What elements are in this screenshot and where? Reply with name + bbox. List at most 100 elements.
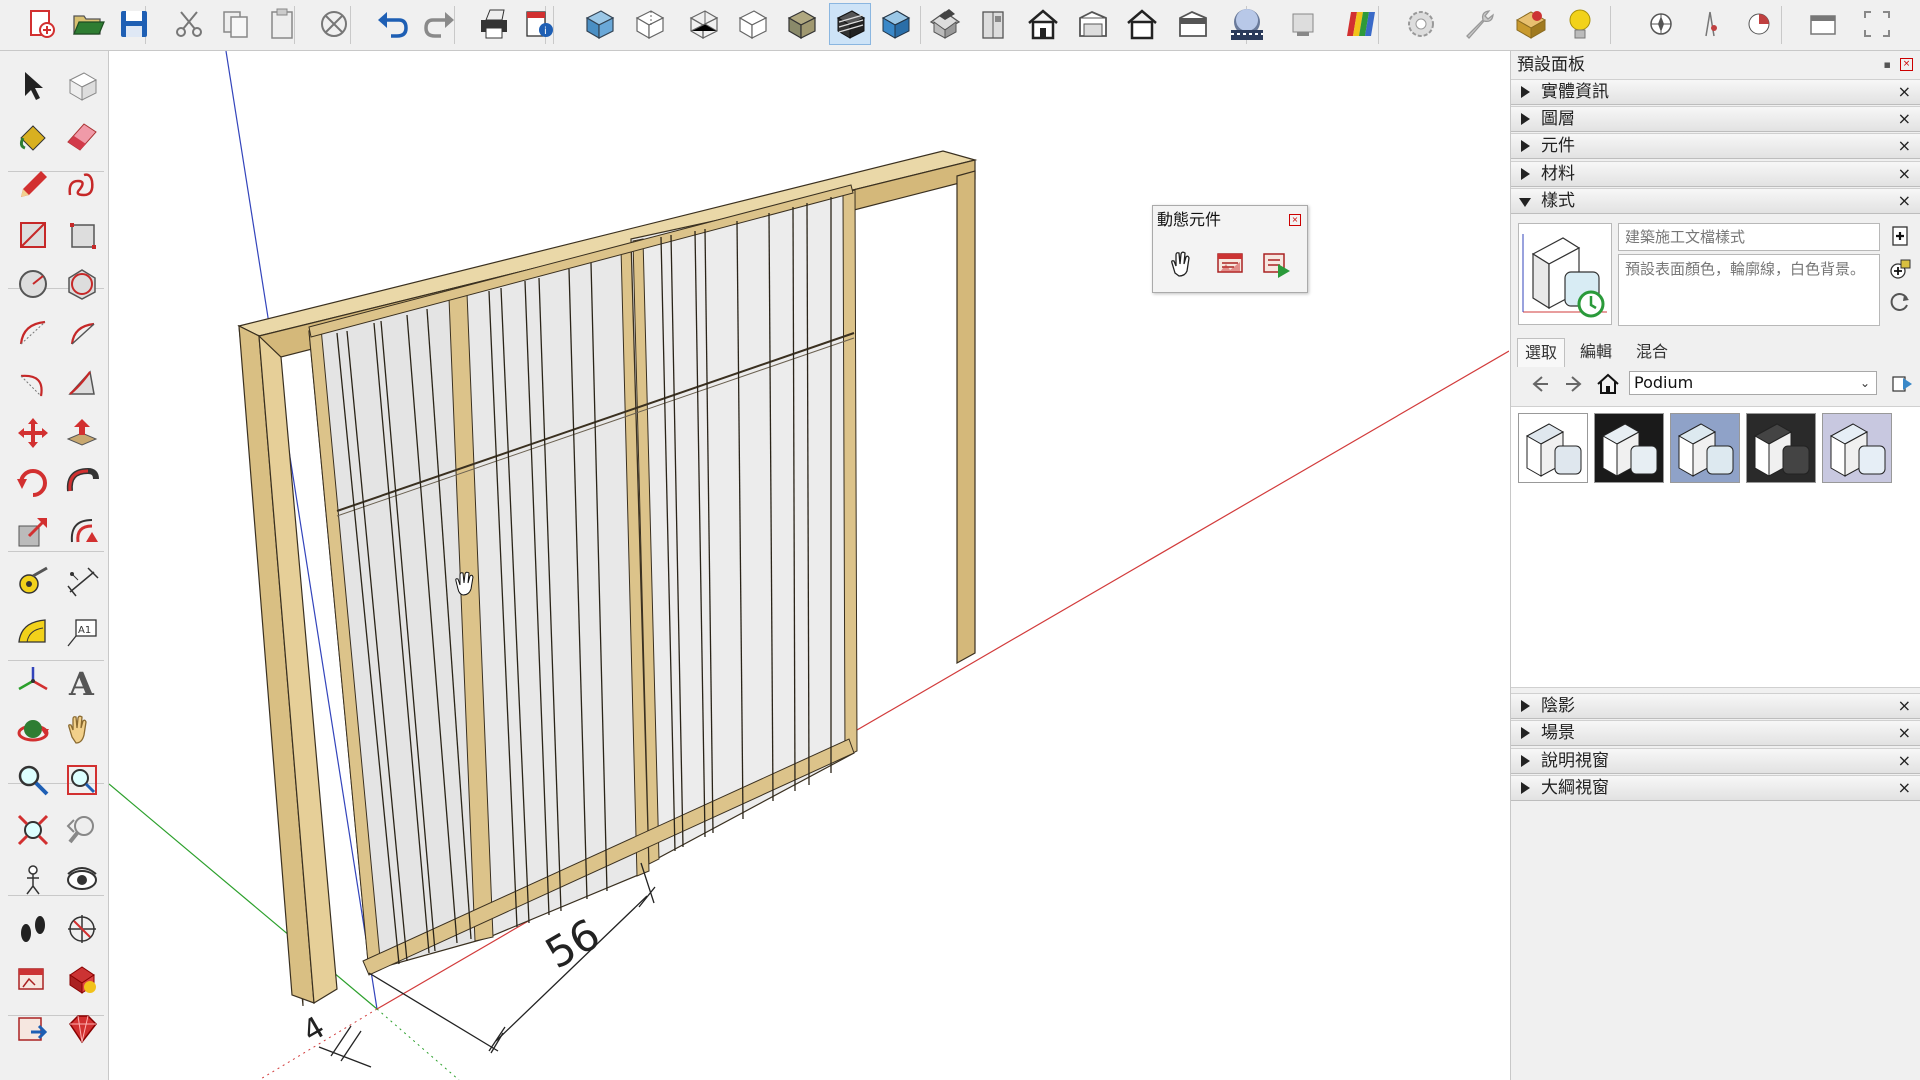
tray-section-styles[interactable]: 樣式 × xyxy=(1511,188,1920,214)
tab-select[interactable]: 選取 xyxy=(1517,338,1565,367)
style-swatch[interactable] xyxy=(1670,413,1740,483)
polygon-icon[interactable] xyxy=(60,262,104,306)
wrench-icon[interactable] xyxy=(1458,3,1500,45)
close-icon[interactable]: × xyxy=(1898,751,1911,771)
3d-text-icon[interactable]: A xyxy=(60,659,104,703)
scale-icon[interactable] xyxy=(11,510,55,554)
zoom-icon[interactable] xyxy=(11,758,55,802)
eraser-icon[interactable] xyxy=(60,114,104,158)
style-swatch[interactable] xyxy=(1822,413,1892,483)
arc-icon[interactable] xyxy=(11,312,55,356)
tray-section-entity-info[interactable]: 實體資訊 × xyxy=(1511,79,1920,105)
style-description-field[interactable]: 預設表面顏色，輪廓線，白色背景。 xyxy=(1618,254,1880,326)
three-point-arc-icon[interactable] xyxy=(11,362,55,406)
send-to-layout-icon[interactable] xyxy=(11,1006,55,1050)
interact-icon[interactable] xyxy=(60,957,104,1001)
photo-textures-icon[interactable] xyxy=(1226,3,1268,45)
style-swatch[interactable] xyxy=(1518,413,1588,483)
back-edges-icon[interactable] xyxy=(628,3,670,45)
ruby-console-icon[interactable] xyxy=(60,1006,104,1050)
monochrome-icon[interactable] xyxy=(874,3,916,45)
pin-icon[interactable]: ▪ xyxy=(1884,51,1891,79)
model-info-icon[interactable]: i xyxy=(518,3,560,45)
sandbox-icon[interactable] xyxy=(1689,3,1731,45)
style-swatch[interactable] xyxy=(1594,413,1664,483)
pencil-icon[interactable] xyxy=(11,163,55,207)
hidden-line-icon[interactable] xyxy=(731,3,773,45)
tray-section-outliner[interactable]: 大綱視窗 × xyxy=(1511,775,1920,801)
shaded-icon[interactable] xyxy=(780,3,822,45)
move-icon[interactable] xyxy=(11,411,55,455)
color-by-layer-icon[interactable] xyxy=(1338,3,1380,45)
left-view-icon[interactable] xyxy=(1171,3,1213,45)
fullscreen-icon[interactable] xyxy=(1856,3,1898,45)
tab-edit[interactable]: 編輯 xyxy=(1573,338,1619,366)
zoom-extents-icon[interactable] xyxy=(11,808,55,852)
light-bulb-icon[interactable] xyxy=(1559,3,1601,45)
tray-section-materials[interactable]: 材料 × xyxy=(1511,161,1920,187)
rectangle-icon[interactable] xyxy=(11,213,55,257)
previous-view-icon[interactable] xyxy=(60,808,104,852)
walk-icon[interactable] xyxy=(11,907,55,951)
home-icon[interactable] xyxy=(1595,371,1621,397)
top-view-icon[interactable] xyxy=(972,3,1014,45)
paste-icon[interactable] xyxy=(261,3,303,45)
close-icon[interactable]: × xyxy=(1289,214,1301,226)
close-icon[interactable]: × xyxy=(1898,696,1911,716)
push-pull-icon[interactable] xyxy=(60,411,104,455)
tray-section-components[interactable]: 元件 × xyxy=(1511,133,1920,159)
tab-mix[interactable]: 混合 xyxy=(1629,338,1675,366)
forward-arrow-icon[interactable] xyxy=(1561,371,1587,397)
tray-section-layers[interactable]: 圖層 × xyxy=(1511,106,1920,132)
new-file-icon[interactable] xyxy=(20,3,62,45)
axes-icon[interactable] xyxy=(11,659,55,703)
back-view-icon[interactable] xyxy=(1121,3,1163,45)
style-collection-select[interactable]: Podium ⌄ xyxy=(1629,371,1877,395)
redo-icon[interactable] xyxy=(418,3,460,45)
pie-icon[interactable] xyxy=(60,312,104,356)
cut-icon[interactable] xyxy=(168,3,210,45)
dimension-icon[interactable] xyxy=(60,560,104,604)
orbit-icon[interactable] xyxy=(11,709,55,753)
position-camera-icon[interactable] xyxy=(11,858,55,902)
print-icon[interactable] xyxy=(473,3,515,45)
tray-section-shadows[interactable]: 陰影 × xyxy=(1511,693,1920,719)
rotated-rectangle-icon[interactable] xyxy=(60,213,104,257)
close-icon[interactable]: × xyxy=(1898,723,1911,743)
copy-icon[interactable] xyxy=(215,3,257,45)
xray-icon[interactable] xyxy=(578,3,620,45)
section-plane-icon[interactable] xyxy=(60,907,104,951)
close-icon[interactable]: × xyxy=(1898,778,1911,798)
window-icon[interactable] xyxy=(1802,3,1844,45)
display-icon[interactable] xyxy=(1282,3,1324,45)
close-icon[interactable]: × xyxy=(1898,164,1911,184)
front-view-icon[interactable] xyxy=(1022,3,1064,45)
select-icon[interactable] xyxy=(11,64,55,108)
update-style-icon[interactable] xyxy=(1887,256,1913,282)
create-style-icon[interactable] xyxy=(1887,223,1913,249)
save-icon[interactable] xyxy=(113,3,155,45)
pie-chart-icon[interactable] xyxy=(1738,3,1780,45)
open-folder-icon[interactable] xyxy=(67,3,109,45)
settings-gear-icon[interactable] xyxy=(1400,3,1442,45)
dynamic-components-icon[interactable] xyxy=(11,957,55,1001)
two-point-arc-icon[interactable] xyxy=(60,362,104,406)
location-icon[interactable] xyxy=(1640,3,1682,45)
right-view-icon[interactable] xyxy=(1071,3,1113,45)
close-icon[interactable]: × xyxy=(1900,58,1913,71)
offset-icon[interactable] xyxy=(60,510,104,554)
tray-section-scenes[interactable]: 場景 × xyxy=(1511,720,1920,746)
circle-icon[interactable] xyxy=(11,262,55,306)
protractor-icon[interactable] xyxy=(11,610,55,654)
follow-me-icon[interactable] xyxy=(60,461,104,505)
erase-icon[interactable] xyxy=(313,3,355,45)
look-around-icon[interactable] xyxy=(60,858,104,902)
style-name-field[interactable]: 建築施工文檔樣式 xyxy=(1618,223,1880,251)
close-icon[interactable]: × xyxy=(1898,109,1911,129)
shaded-textures-icon[interactable] xyxy=(829,3,871,45)
text-icon[interactable]: A1 xyxy=(60,610,104,654)
dynamic-components-toolbar[interactable]: 動態元件 × xyxy=(1152,205,1308,293)
style-swatch[interactable] xyxy=(1746,413,1816,483)
iso-view-icon[interactable] xyxy=(924,3,966,45)
tray-section-instructor[interactable]: 說明視窗 × xyxy=(1511,748,1920,774)
